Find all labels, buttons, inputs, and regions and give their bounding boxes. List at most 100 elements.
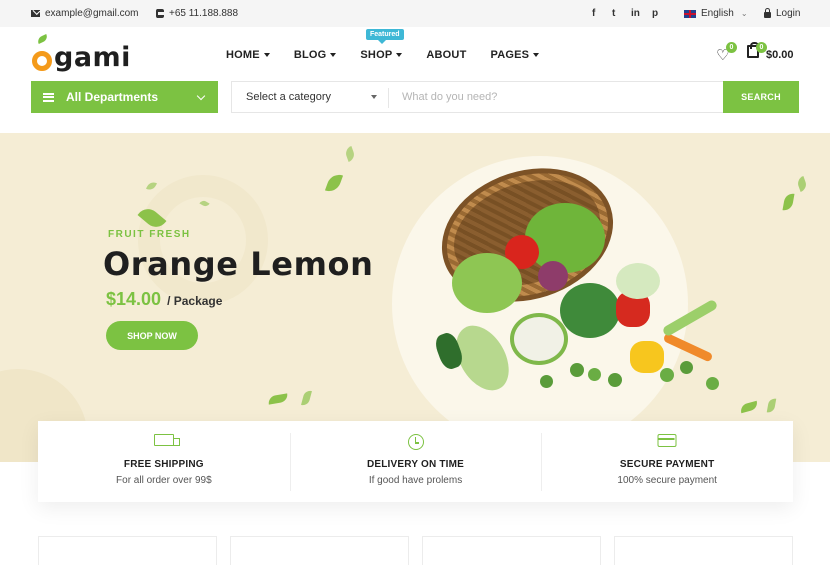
feature-subtitle: For all order over 99$: [116, 475, 212, 486]
logo-o-mark: [32, 51, 52, 71]
hero-title: Orange Lemon: [103, 245, 374, 283]
linkedin-icon[interactable]: in: [631, 8, 640, 19]
nav-about[interactable]: ABOUT: [426, 49, 466, 61]
search-bar: Select a category: [231, 81, 799, 113]
leaf-icon: [795, 176, 809, 192]
contact-phone[interactable]: +65 11.188.888: [156, 8, 238, 19]
cauliflower-shape: [510, 313, 568, 365]
onion-shape: [538, 261, 568, 291]
nav-about-label: ABOUT: [426, 49, 467, 61]
brussels-sprout-shape: [608, 373, 622, 387]
all-departments-label: All Departments: [66, 90, 159, 104]
chevron-down-icon: ⌄: [740, 9, 748, 18]
category-card[interactable]: [38, 536, 217, 565]
facebook-icon[interactable]: f: [592, 8, 595, 19]
truck-icon: [153, 434, 180, 446]
brussels-sprout-shape: [660, 368, 674, 382]
leaf-icon: [267, 393, 289, 405]
scallion-shape: [661, 298, 719, 338]
category-card[interactable]: [614, 536, 793, 565]
caret-down-icon: [330, 53, 337, 57]
leaf-icon: [145, 179, 158, 193]
brussels-sprout-shape: [570, 363, 584, 377]
feature-secure-payment: SECURE PAYMENT 100% secure payment: [541, 421, 793, 502]
chevron-down-icon: [196, 91, 206, 101]
logo-text: gami: [54, 42, 131, 73]
search-divider: [388, 88, 389, 108]
email-text: example@gmail.com: [45, 8, 139, 19]
hero-tagline: FRUIT FRESH: [108, 229, 191, 240]
leaf-icon: [766, 397, 777, 414]
cabbage-shape: [616, 263, 660, 299]
broccoli-shape: [560, 283, 620, 338]
leaf-icon: [343, 146, 357, 162]
envelope-icon: [31, 10, 40, 17]
vegetable-basket-image: [424, 147, 730, 403]
leaf-icon: [782, 192, 795, 212]
featured-badge: Featured: [366, 29, 404, 44]
caret-down-icon: [396, 53, 403, 57]
leaf-icon: [324, 171, 344, 195]
features-strip: FREE SHIPPING For all order over 99$ DEL…: [38, 421, 793, 502]
nav-home[interactable]: HOME: [226, 49, 270, 61]
nav-pages[interactable]: PAGES: [490, 49, 540, 61]
brussels-sprout-shape: [706, 377, 719, 390]
main-nav: HOME BLOG SHOP ABOUT PAGES: [226, 49, 563, 61]
nav-shop-label: SHOP: [360, 49, 393, 61]
feature-title: DELIVERY ON TIME: [366, 459, 465, 470]
login-label: Login: [776, 8, 801, 19]
contact-email[interactable]: example@gmail.com: [31, 8, 139, 19]
brussels-sprout-shape: [540, 375, 553, 388]
bell-pepper-yellow-shape: [630, 341, 664, 373]
brussels-sprout-shape: [588, 368, 601, 381]
leaf-icon: [301, 389, 312, 407]
feature-subtitle: 100% secure payment: [617, 475, 717, 486]
lock-icon: [764, 8, 771, 18]
feature-subtitle: If good have prolems: [368, 475, 463, 486]
language-label: English: [701, 8, 734, 19]
feature-title: FREE SHIPPING: [123, 459, 204, 470]
cabbage-shape: [452, 253, 522, 313]
carrot-shape: [662, 332, 714, 363]
nav-pages-label: PAGES: [490, 49, 530, 61]
hero-price-unit: / Package: [167, 294, 223, 308]
wishlist-count-badge: 0: [726, 42, 737, 53]
clock-icon: [407, 434, 424, 450]
top-bar: example@gmail.com +65 11.188.888 f t in …: [0, 0, 830, 27]
caret-down-icon: [371, 95, 377, 99]
caret-down-icon: [533, 53, 540, 57]
category-card[interactable]: [422, 536, 601, 565]
category-select[interactable]: Select a category: [246, 91, 331, 103]
all-departments-button[interactable]: All Departments: [31, 81, 218, 113]
nav-blog[interactable]: BLOG: [294, 49, 337, 61]
caret-down-icon: [263, 53, 270, 57]
hero-banner: FRUIT FRESH Orange Lemon $14.00 / Packag…: [0, 133, 830, 462]
decorative-ring: [138, 175, 268, 305]
hero-price-amount: $14.00: [106, 289, 162, 309]
nav-blog-label: BLOG: [293, 49, 327, 61]
credit-card-icon: [657, 434, 677, 447]
twitter-icon[interactable]: t: [612, 8, 615, 19]
brussels-sprout-shape: [680, 361, 693, 374]
nav-home-label: HOME: [226, 49, 260, 61]
pinterest-icon[interactable]: p: [652, 8, 658, 19]
logo[interactable]: gami: [32, 42, 131, 73]
feature-free-shipping: FREE SHIPPING For all order over 99$: [38, 421, 290, 502]
language-selector[interactable]: English ⌄: [684, 8, 748, 19]
category-card[interactable]: [230, 536, 409, 565]
lettuce-shape: [525, 203, 605, 273]
hamburger-icon: [43, 92, 54, 102]
nav-shop[interactable]: SHOP: [360, 49, 403, 61]
uk-flag-icon: [684, 9, 696, 18]
search-button[interactable]: SEARCH: [723, 81, 799, 113]
phone-text: +65 11.188.888: [169, 8, 239, 19]
search-input[interactable]: [402, 82, 720, 112]
phone-icon: [156, 9, 164, 18]
login-link[interactable]: Login: [764, 8, 800, 19]
cart-total[interactable]: $0.00: [766, 49, 794, 61]
feature-delivery-on-time: DELIVERY ON TIME If good have prolems: [289, 421, 542, 502]
shop-now-button[interactable]: SHOP NOW: [106, 321, 198, 350]
hero-price: $14.00 / Package: [106, 289, 222, 310]
leaf-icon: [739, 400, 759, 414]
feature-title: SECURE PAYMENT: [619, 459, 715, 470]
